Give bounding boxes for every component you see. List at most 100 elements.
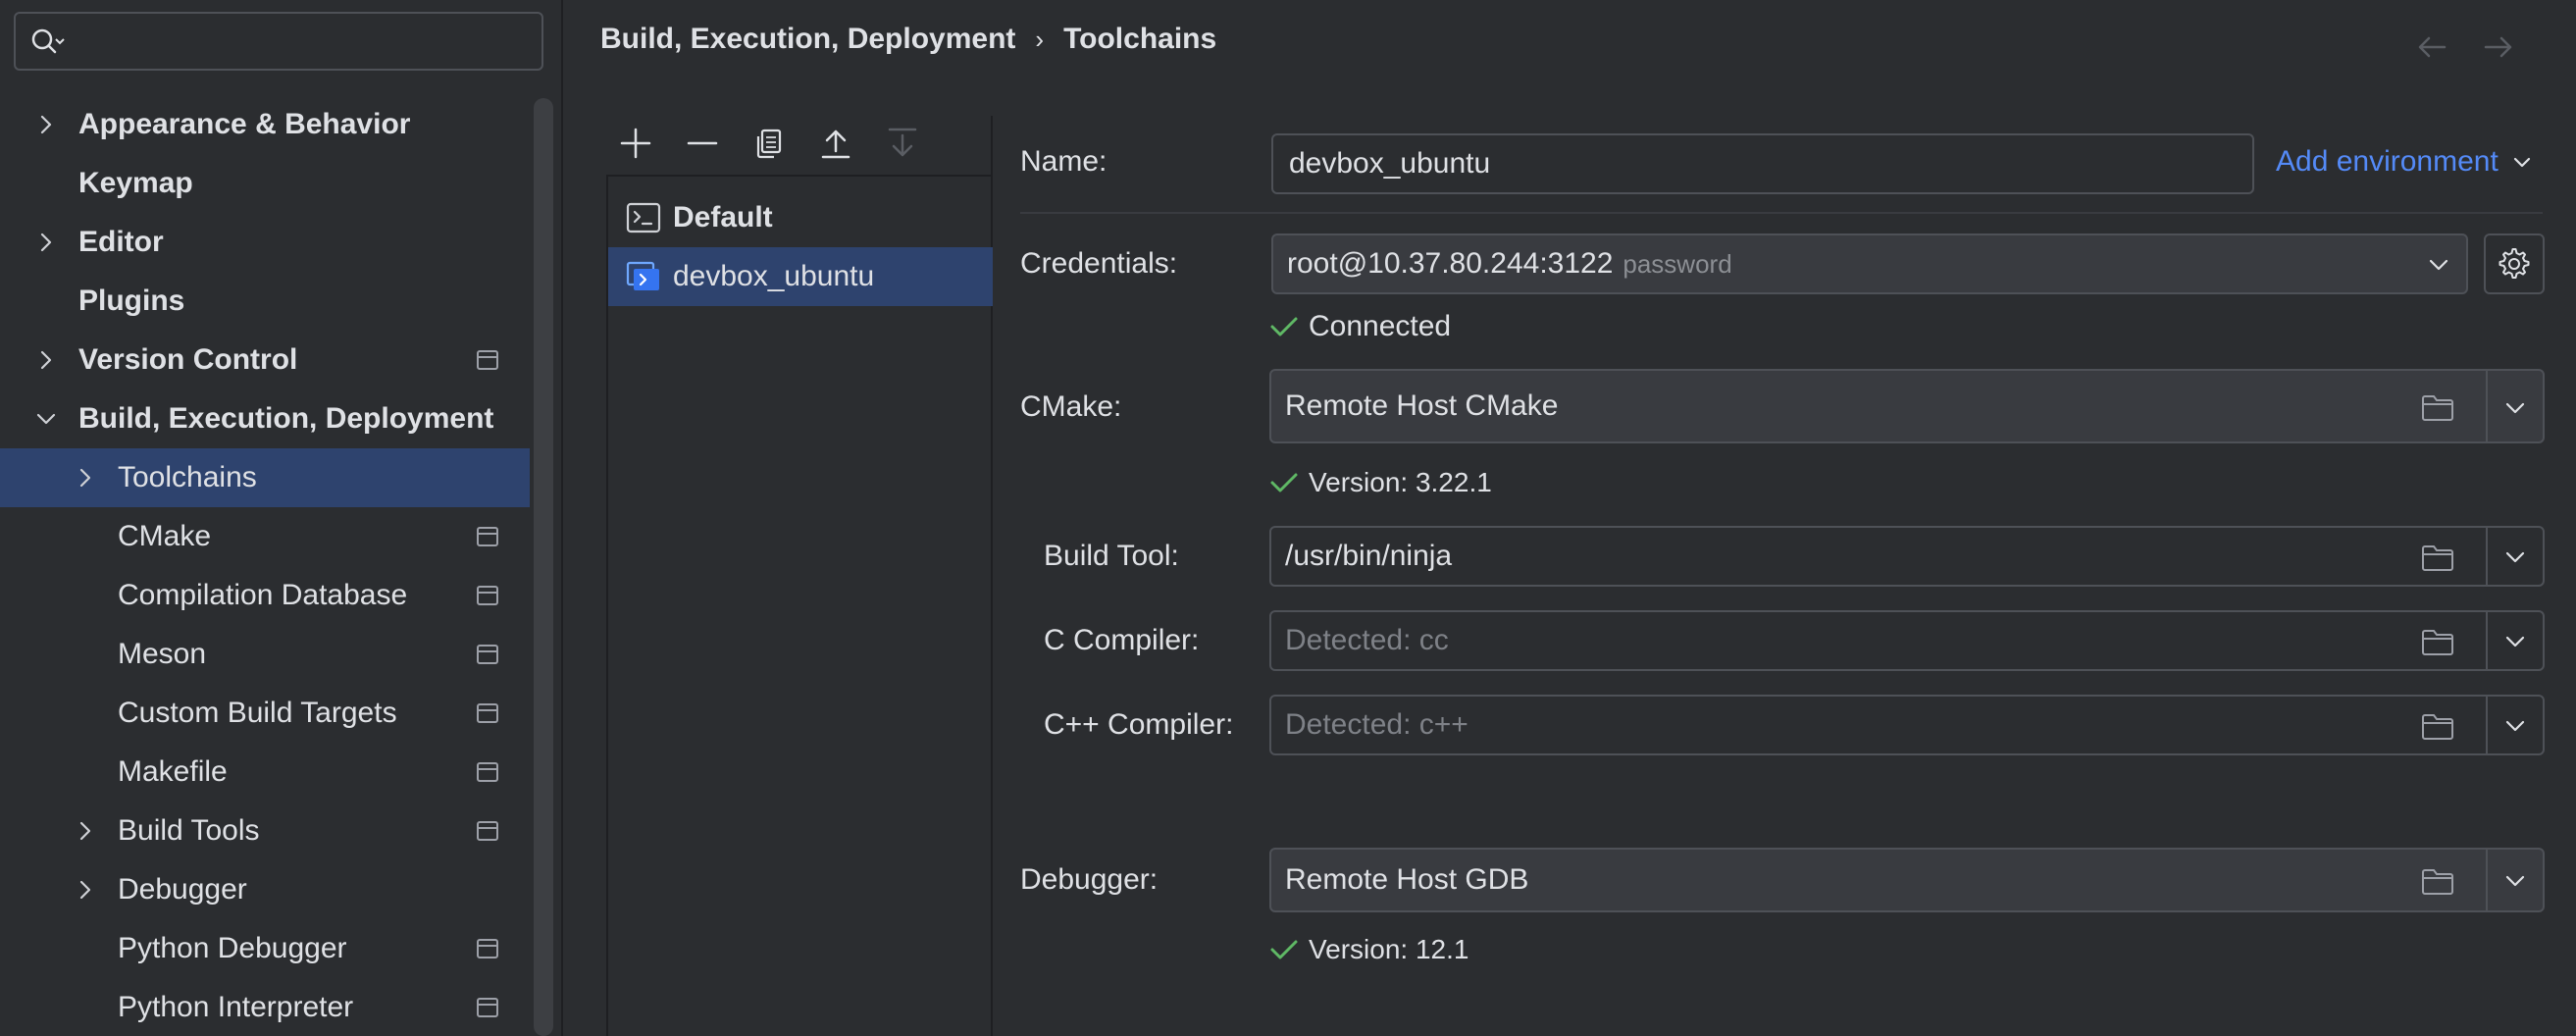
cmake-label: CMake: bbox=[1020, 390, 1122, 423]
chevron-right-icon[interactable] bbox=[75, 467, 96, 489]
toolchain-item-label: Default bbox=[673, 201, 773, 233]
chevron-down-icon bbox=[2429, 259, 2448, 271]
sidebar-item-label: Meson bbox=[118, 638, 207, 670]
copy-toolchain-button[interactable] bbox=[746, 120, 793, 167]
sidebar-item-keymap[interactable]: Keymap bbox=[0, 154, 530, 213]
field-divider bbox=[2486, 612, 2488, 669]
chevron-right-icon[interactable] bbox=[35, 349, 57, 371]
breadcrumb-parent[interactable]: Build, Execution, Deployment bbox=[600, 23, 1015, 56]
chevron-right-icon[interactable] bbox=[75, 820, 96, 842]
sidebar-item-label: Plugins bbox=[78, 285, 185, 317]
c-compiler-field[interactable]: Detected: cc bbox=[1269, 610, 2545, 671]
sidebar-item-build-tools[interactable]: Build Tools bbox=[0, 802, 530, 860]
cxx-compiler-label: C++ Compiler: bbox=[1044, 708, 1234, 741]
field-divider bbox=[2486, 697, 2488, 753]
sidebar-item-editor[interactable]: Editor bbox=[0, 213, 530, 272]
move-down-button[interactable] bbox=[879, 120, 926, 167]
name-divider bbox=[1020, 212, 2543, 214]
sidebar-item-appearance-behavior[interactable]: Appearance & Behavior bbox=[0, 95, 530, 154]
remove-toolchain-button[interactable] bbox=[679, 120, 726, 167]
sidebar-item-label: Makefile bbox=[118, 755, 228, 788]
credentials-dropdown[interactable]: root@10.37.80.244:3122 password bbox=[1271, 233, 2468, 294]
project-settings-icon bbox=[477, 645, 498, 664]
gear-icon bbox=[2499, 248, 2530, 279]
remove-icon bbox=[687, 141, 718, 145]
cmake-field[interactable]: Remote Host CMake bbox=[1269, 369, 2545, 443]
name-label: Name: bbox=[1020, 145, 1108, 178]
debugger-value: Remote Host GDB bbox=[1285, 863, 1529, 896]
chevron-down-icon[interactable] bbox=[2503, 398, 2527, 418]
settings-search-box[interactable] bbox=[14, 12, 543, 71]
sidebar-item-python-debugger[interactable]: Python Debugger bbox=[0, 919, 530, 978]
cmake-value: Remote Host CMake bbox=[1285, 389, 1559, 422]
folder-icon[interactable] bbox=[2421, 544, 2454, 572]
breadcrumb: Build, Execution, Deployment › Toolchain… bbox=[600, 18, 1216, 61]
sidebar-item-label: CMake bbox=[118, 520, 212, 552]
checkmark-icon bbox=[1270, 940, 1298, 959]
toolchain-item-devbox-ubuntu[interactable]: devbox_ubuntu bbox=[608, 247, 993, 306]
forward-arrow-icon[interactable] bbox=[2478, 27, 2517, 67]
checkmark-icon bbox=[1270, 317, 1298, 337]
folder-icon[interactable] bbox=[2421, 713, 2454, 741]
list-toolbar-divider bbox=[991, 116, 993, 175]
sidebar-item-python-interpreter[interactable]: Python Interpreter bbox=[0, 978, 530, 1036]
project-settings-icon bbox=[477, 762, 498, 782]
sidebar-item-label: Build, Execution, Deployment bbox=[78, 402, 494, 435]
sidebar-item-label: Appearance & Behavior bbox=[78, 108, 411, 140]
build-tool-field[interactable]: /usr/bin/ninja bbox=[1269, 526, 2545, 587]
folder-icon[interactable] bbox=[2421, 868, 2454, 896]
add-toolchain-button[interactable] bbox=[612, 120, 659, 167]
sidebar-item-label: Python Interpreter bbox=[118, 991, 354, 1023]
sidebar-item-compilation-database[interactable]: Compilation Database bbox=[0, 566, 530, 625]
toolchain-list: Default devbox_ubuntu bbox=[606, 175, 993, 1036]
settings-tree: Appearance & Behavior Keymap Editor Plugins… bbox=[0, 95, 530, 1036]
sidebar-item-makefile[interactable]: Makefile bbox=[0, 743, 530, 802]
move-up-button[interactable] bbox=[812, 120, 859, 167]
sidebar-item-label: Custom Build Targets bbox=[118, 697, 397, 729]
sidebar-item-custom-build-targets[interactable]: Custom Build Targets bbox=[0, 684, 530, 743]
search-icon[interactable] bbox=[29, 27, 65, 57]
chevron-down-icon[interactable] bbox=[35, 408, 57, 430]
add-environment-link[interactable]: Add environment bbox=[2276, 145, 2532, 179]
name-field[interactable]: devbox_ubuntu bbox=[1271, 133, 2254, 194]
terminal-icon bbox=[626, 202, 661, 233]
add-environment-label: Add environment bbox=[2276, 145, 2499, 178]
sidebar-item-cmake[interactable]: CMake bbox=[0, 507, 530, 566]
chevron-right-icon[interactable] bbox=[75, 879, 96, 901]
build-tool-label: Build Tool: bbox=[1044, 540, 1179, 572]
sidebar-item-label: Python Debugger bbox=[118, 932, 347, 964]
credentials-auth-hint: password bbox=[1623, 248, 1732, 279]
cmake-version-status: Version: 3.22.1 bbox=[1269, 467, 1492, 498]
debugger-version-status: Version: 12.1 bbox=[1269, 934, 1468, 965]
back-arrow-icon[interactable] bbox=[2413, 27, 2452, 67]
move-down-icon bbox=[888, 128, 917, 157]
sidebar-item-debugger[interactable]: Debugger bbox=[0, 860, 530, 919]
sidebar-item-build-execution-deployment[interactable]: Build, Execution, Deployment bbox=[0, 389, 530, 448]
search-input[interactable] bbox=[77, 24, 528, 61]
sidebar-scrollbar[interactable] bbox=[534, 98, 553, 1036]
toolchain-list-toolbar bbox=[608, 120, 991, 169]
toolchain-item-default[interactable]: Default bbox=[608, 188, 993, 247]
chevron-down-icon[interactable] bbox=[2503, 547, 2527, 567]
sidebar-item-meson[interactable]: Meson bbox=[0, 625, 530, 684]
folder-icon[interactable] bbox=[2421, 629, 2454, 656]
credentials-value: root@10.37.80.244:3122 bbox=[1287, 247, 1614, 280]
chevron-right-icon[interactable] bbox=[35, 114, 57, 135]
project-settings-icon bbox=[477, 527, 498, 546]
field-divider bbox=[2486, 371, 2488, 441]
debugger-label: Debugger: bbox=[1020, 863, 1159, 896]
chevron-right-icon[interactable] bbox=[35, 232, 57, 253]
folder-icon[interactable] bbox=[2421, 394, 2454, 422]
sidebar-item-version-control[interactable]: Version Control bbox=[0, 331, 530, 389]
project-settings-icon bbox=[477, 586, 498, 605]
chevron-down-icon[interactable] bbox=[2503, 632, 2527, 651]
sidebar-item-toolchains[interactable]: Toolchains bbox=[0, 448, 530, 507]
cmake-version-text: Version: 3.22.1 bbox=[1309, 467, 1492, 497]
chevron-down-icon[interactable] bbox=[2503, 871, 2527, 891]
debugger-field[interactable]: Remote Host GDB bbox=[1269, 848, 2545, 912]
chevron-down-icon[interactable] bbox=[2503, 716, 2527, 736]
credentials-settings-button[interactable] bbox=[2484, 233, 2545, 294]
breadcrumb-current: Toolchains bbox=[1063, 23, 1217, 55]
cxx-compiler-field[interactable]: Detected: c++ bbox=[1269, 695, 2545, 755]
sidebar-item-plugins[interactable]: Plugins bbox=[0, 272, 530, 331]
